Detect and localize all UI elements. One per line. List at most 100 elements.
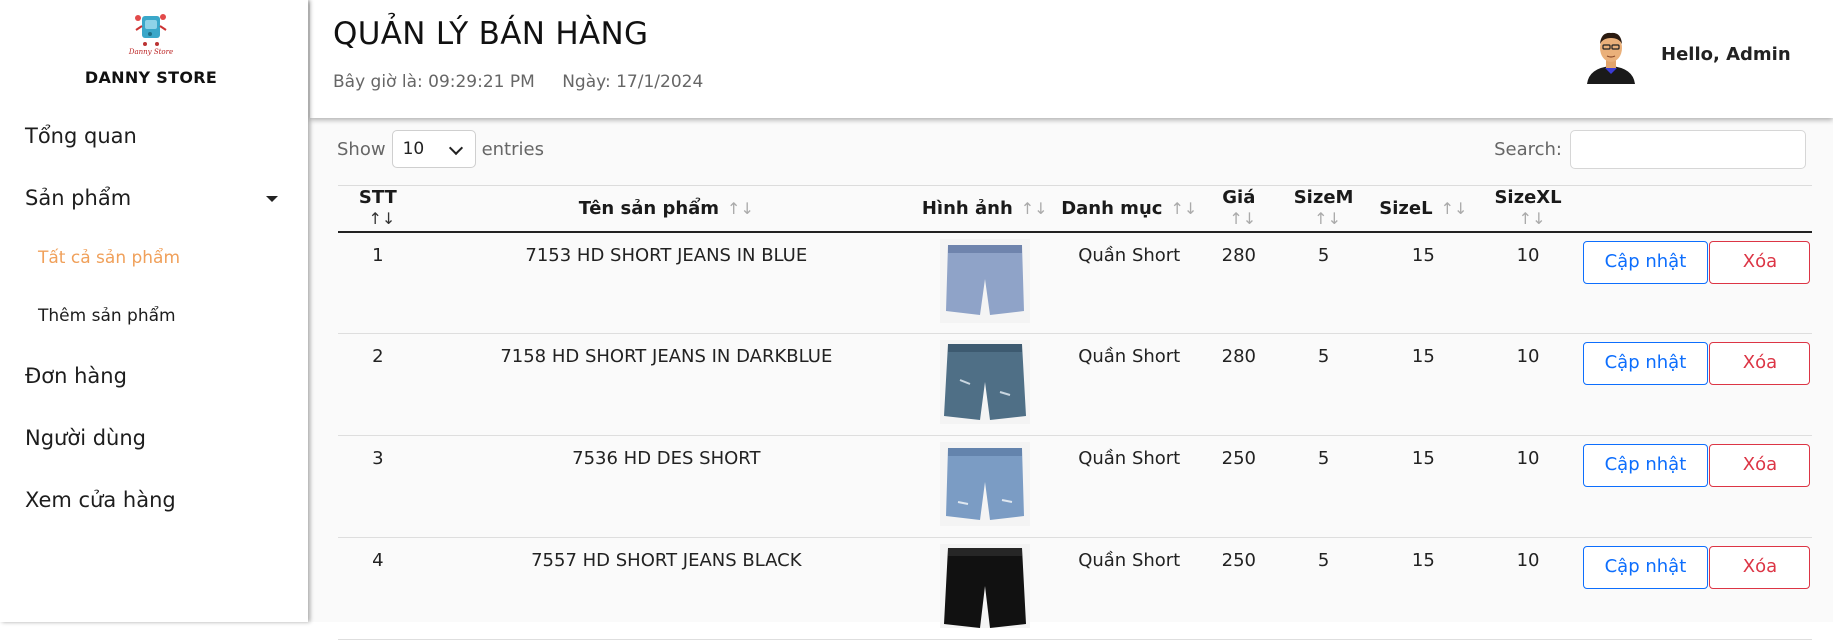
cell-update: Cập nhật [1582, 537, 1708, 640]
column-header-price[interactable]: Giá↑↓ [1203, 185, 1274, 233]
column-header-delete [1707, 185, 1812, 233]
column-header-update [1582, 185, 1708, 233]
cell-stt: 4 [338, 537, 418, 640]
table-row: 1 7153 HD SHORT JEANS IN BLUE Quần Short… [338, 231, 1812, 334]
page-size-control: Show 10 entries [337, 130, 544, 168]
sort-icon: ↑↓ [727, 198, 754, 218]
cell-stt: 2 [338, 333, 418, 436]
brand-name: DANNY STORE [84, 68, 218, 87]
nav-item-all-products[interactable]: Tất cả sản phẩm [38, 248, 180, 268]
cell-price: 280 [1203, 231, 1274, 334]
sort-icon: ↑↓ [1314, 209, 1341, 229]
sort-icon: ↑↓ [1170, 198, 1198, 218]
main-content: Show 10 entries Search: STT↑↓ Tên sản ph… [310, 118, 1833, 640]
column-header-name[interactable]: Tên sản phẩm ↑↓ [417, 185, 915, 233]
cell-category: Quần Short [1054, 333, 1204, 436]
column-header-image[interactable]: Hình ảnh ↑↓ [914, 185, 1055, 233]
product-image [939, 340, 1030, 424]
header: QUẢN LÝ BÁN HÀNG Bây giờ là: 09:29:21 PM… [310, 0, 1833, 118]
column-header-stt[interactable]: STT↑↓ [338, 185, 418, 233]
table-row: 4 7557 HD SHORT JEANS BLACK Quần Short 2… [338, 537, 1812, 640]
column-header-size-l[interactable]: SizeL ↑↓ [1373, 185, 1474, 233]
cell-category: Quần Short [1054, 537, 1204, 640]
cell-price: 250 [1203, 537, 1274, 640]
table-row: 3 7536 HD DES SHORT Quần Short 250 5 15 … [338, 435, 1812, 538]
cell-delete: Xóa [1707, 435, 1812, 538]
logo-text: Danny Store [128, 48, 173, 56]
cell-price: 250 [1203, 435, 1274, 538]
current-date: Ngày: 17/1/2024 [562, 72, 704, 92]
brand: Danny Store DANNY STORE [0, 8, 302, 87]
caret-down-icon[interactable] [266, 196, 278, 202]
current-time: Bây giờ là: 09:29:21 PM [333, 72, 535, 92]
cell-size-xl: 10 [1473, 333, 1583, 436]
chevron-down-icon [448, 140, 463, 156]
sort-icon: ↑↓ [1229, 209, 1257, 229]
cell-size-m: 5 [1273, 333, 1374, 436]
page-size-value: 10 [402, 139, 425, 159]
cell-name: 7536 HD DES SHORT [417, 435, 915, 538]
cell-update: Cập nhật [1582, 231, 1708, 334]
search-input[interactable] [1570, 130, 1806, 169]
cell-size-l: 15 [1373, 435, 1474, 538]
cell-delete: Xóa [1707, 231, 1812, 334]
cell-name: 7153 HD SHORT JEANS IN BLUE [417, 231, 915, 334]
show-label: Show [337, 138, 386, 160]
avatar[interactable] [1583, 28, 1639, 84]
cell-size-m: 5 [1273, 231, 1374, 334]
products-table: STT↑↓ Tên sản phẩm ↑↓ Hình ảnh ↑↓ Danh mục… [338, 185, 1812, 640]
cell-image [914, 333, 1055, 436]
cell-category: Quần Short [1054, 435, 1204, 538]
update-button[interactable]: Cập nhật [1582, 342, 1708, 385]
table-header-row: STT↑↓ Tên sản phẩm ↑↓ Hình ảnh ↑↓ Danh mục… [338, 185, 1812, 233]
update-button[interactable]: Cập nhật [1582, 546, 1708, 589]
nav-item-orders[interactable]: Đơn hàng [25, 364, 127, 388]
cell-size-l: 15 [1373, 537, 1474, 640]
sort-icon: ↑↓ [1020, 198, 1048, 218]
cell-price: 280 [1203, 333, 1274, 436]
column-header-size-xl[interactable]: SizeXL↑↓ [1473, 185, 1583, 233]
delete-button[interactable]: Xóa [1709, 240, 1811, 284]
column-header-category[interactable]: Danh mục ↑↓ [1054, 185, 1204, 233]
nav-item-overview[interactable]: Tổng quan [25, 124, 137, 148]
cell-update: Cập nhật [1582, 333, 1708, 436]
cell-stt: 3 [338, 435, 418, 538]
cell-name: 7557 HD SHORT JEANS BLACK [417, 537, 915, 640]
nav-item-view-store[interactable]: Xem cửa hàng [25, 488, 176, 512]
nav-item-products[interactable]: Sản phẩm [25, 186, 131, 210]
cell-image [914, 537, 1055, 640]
page-size-select[interactable]: 10 [391, 130, 476, 168]
table-row: 2 7158 HD SHORT JEANS IN DARKBLUE Quần S… [338, 333, 1812, 436]
delete-button[interactable]: Xóa [1709, 444, 1811, 487]
delete-button[interactable]: Xóa [1709, 546, 1811, 589]
entries-label: entries [481, 138, 544, 160]
cell-delete: Xóa [1707, 537, 1812, 640]
cell-image [914, 231, 1055, 334]
cell-size-xl: 10 [1473, 231, 1583, 334]
user-greeting[interactable]: Hello, Admin [1661, 44, 1791, 65]
product-image [939, 442, 1030, 526]
cell-image [914, 435, 1055, 538]
cell-size-m: 5 [1273, 435, 1374, 538]
cell-stt: 1 [338, 231, 418, 334]
cell-category: Quần Short [1054, 231, 1204, 334]
clock: Bây giờ là: 09:29:21 PM Ngày: 17/1/2024 [333, 72, 725, 92]
nav-item-add-product[interactable]: Thêm sản phẩm [38, 306, 176, 326]
cell-update: Cập nhật [1582, 435, 1708, 538]
update-button[interactable]: Cập nhật [1582, 240, 1708, 284]
search-control: Search: [1494, 130, 1806, 169]
nav-item-users[interactable]: Người dùng [25, 426, 146, 450]
cell-delete: Xóa [1707, 333, 1812, 436]
cell-size-l: 15 [1373, 231, 1474, 334]
search-label: Search: [1494, 139, 1562, 160]
sort-icon: ↑↓ [1518, 209, 1546, 229]
column-header-size-m[interactable]: SizeM↑↓ [1273, 185, 1374, 233]
cell-size-xl: 10 [1473, 537, 1583, 640]
update-button[interactable]: Cập nhật [1582, 444, 1708, 487]
delete-button[interactable]: Xóa [1709, 342, 1811, 385]
store-logo[interactable]: Danny Store [126, 8, 176, 58]
page-title: QUẢN LÝ BÁN HÀNG [333, 16, 649, 52]
sort-asc-icon: ↑↓ [368, 209, 396, 229]
product-image [939, 238, 1030, 323]
cell-name: 7158 HD SHORT JEANS IN DARKBLUE [417, 333, 915, 436]
